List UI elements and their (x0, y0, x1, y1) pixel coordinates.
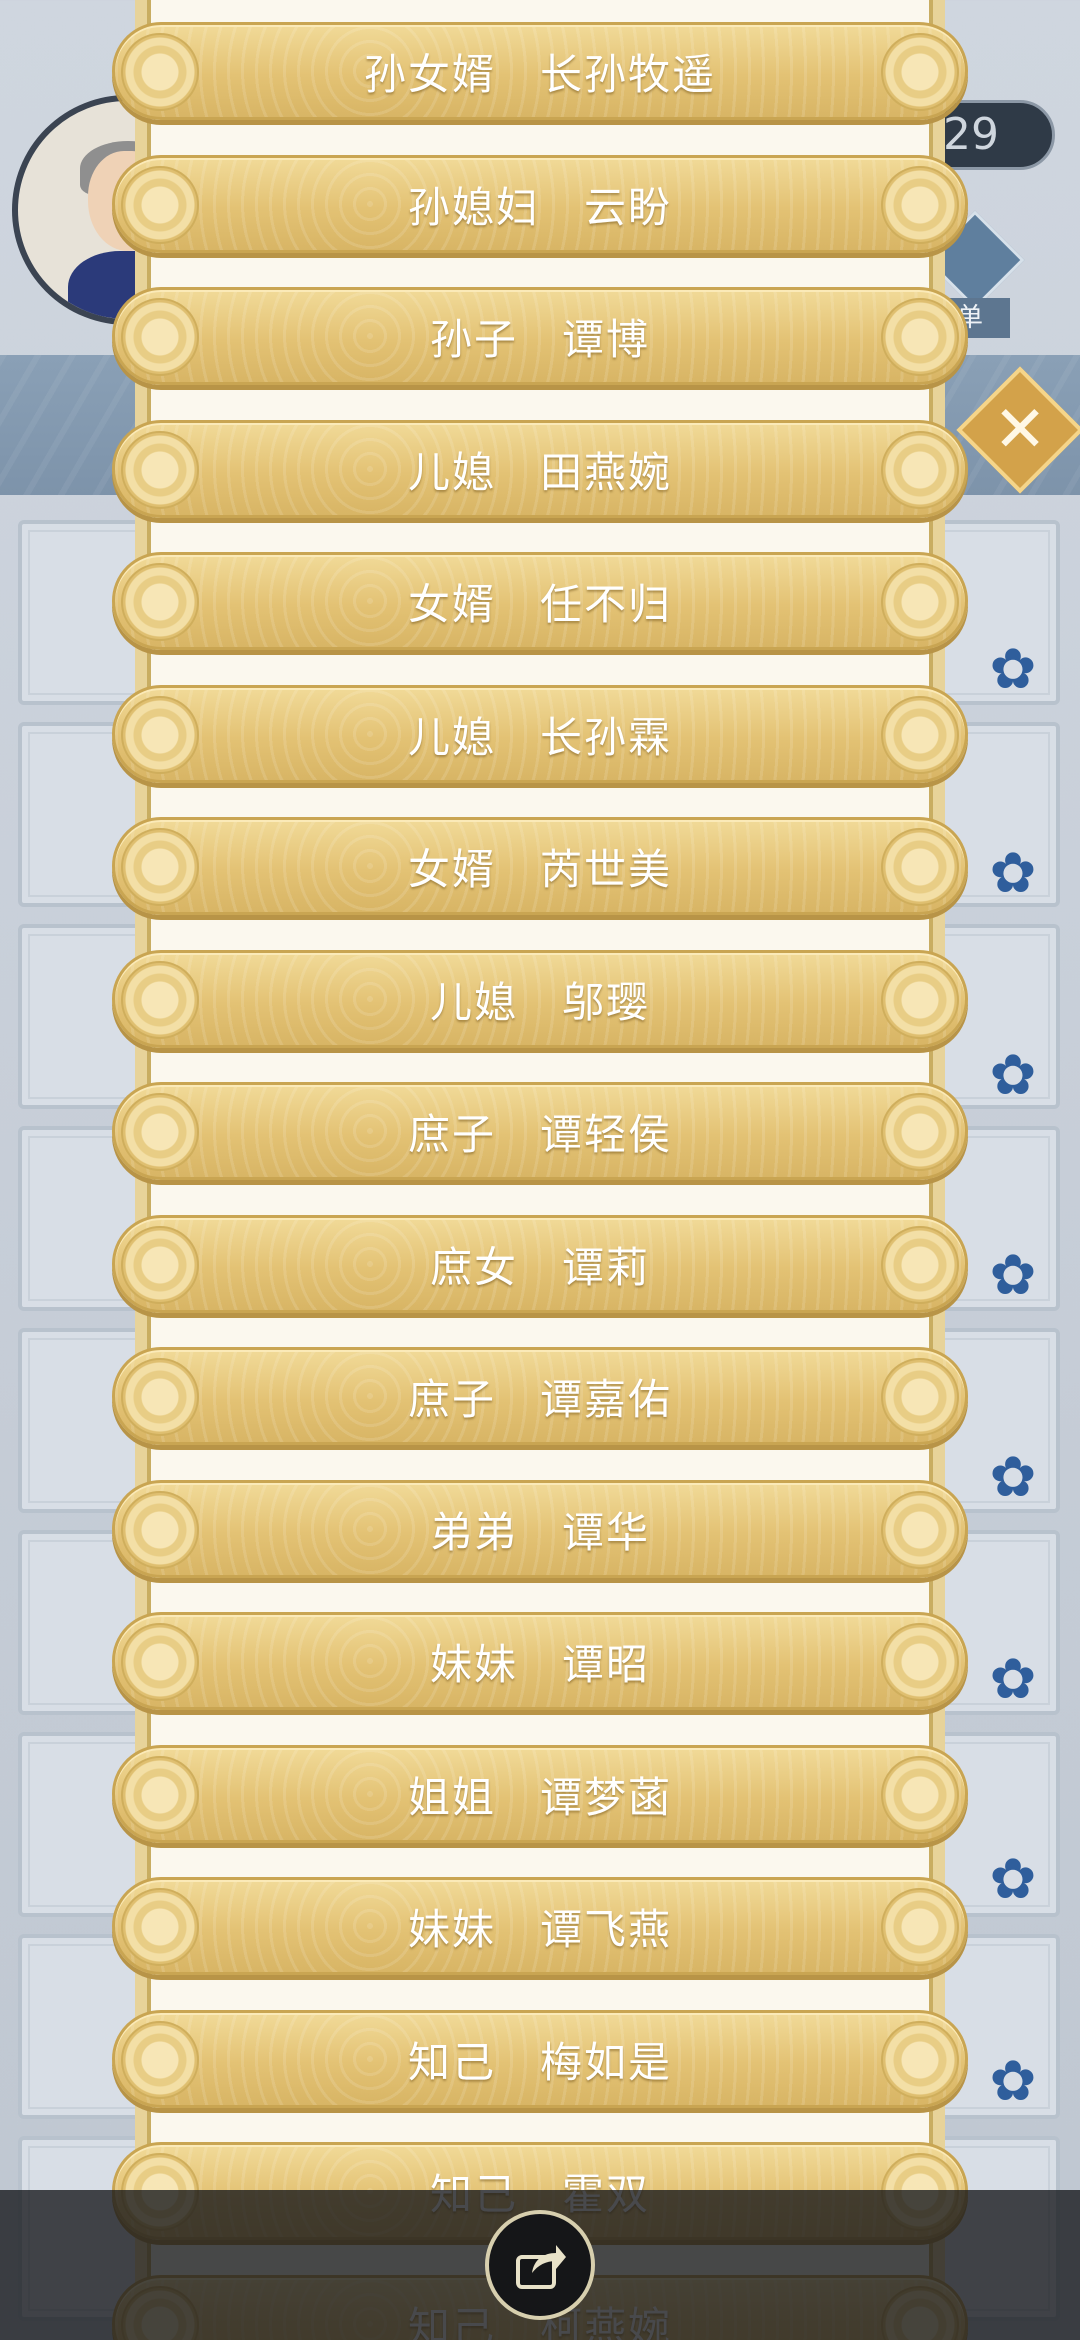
relative-name: 谭嘉佑 (540, 1374, 673, 1424)
relative-label: 姐姐 谭梦菡 (115, 1748, 965, 1840)
relative-row[interactable]: 弟弟 谭华 (112, 1480, 968, 1578)
relative-label: 庶女 谭莉 (115, 1218, 965, 1310)
relative-row[interactable]: 庶子 谭嘉佑 (112, 1347, 968, 1445)
relative-label: 女婿 任不归 (115, 555, 965, 647)
relation-text: 孙女婿 (363, 49, 496, 99)
relative-name: 芮世美 (540, 844, 673, 894)
relative-label: 孙女婿 长孙牧遥 (115, 25, 965, 117)
relation-text: 庶子 (407, 1109, 496, 1159)
relative-label: 妹妹 谭飞燕 (115, 1880, 965, 1972)
relative-label: 孙子 谭博 (115, 290, 965, 382)
relative-row[interactable]: 孙子 谭博 (112, 287, 968, 385)
plum-blossom-icon: ✿ (989, 1647, 1037, 1712)
relative-label: 弟弟 谭华 (115, 1483, 965, 1575)
plum-blossom-icon: ✿ (989, 2049, 1037, 2114)
relation-text: 知己 (407, 2037, 496, 2087)
relation-text: 儿媳 (407, 447, 496, 497)
relative-row[interactable]: 妹妹 谭飞燕 (112, 1877, 968, 1975)
relation-text: 孙媳妇 (407, 182, 540, 232)
share-button[interactable] (485, 2210, 595, 2320)
relation-text: 庶子 (407, 1374, 496, 1424)
relative-name: 谭华 (562, 1507, 651, 1557)
relative-row[interactable]: 孙媳妇 云盼 (112, 155, 968, 253)
relation-text: 妹妹 (407, 1904, 496, 1954)
relative-name: 梅如是 (540, 2037, 673, 2087)
plum-blossom-icon: ✿ (989, 1243, 1037, 1308)
relation-text: 儿媳 (407, 712, 496, 762)
relative-name: 田燕婉 (540, 447, 673, 497)
relation-text: 女婿 (407, 844, 496, 894)
relative-row[interactable]: 儿媳 邬璎 (112, 950, 968, 1048)
relative-row[interactable]: 儿媳 长孙霖 (112, 685, 968, 783)
close-icon: ✕ (993, 393, 1047, 467)
plum-blossom-icon: ✿ (989, 1445, 1037, 1510)
relative-name: 谭莉 (562, 1242, 651, 1292)
relative-label: 女婿 芮世美 (115, 820, 965, 912)
relative-label: 知己 梅如是 (115, 2013, 965, 2105)
relative-name: 云盼 (584, 182, 673, 232)
relative-label: 儿媳 田燕婉 (115, 423, 965, 515)
relation-text: 姐姐 (407, 1772, 496, 1822)
relative-name: 邬璎 (562, 977, 651, 1027)
share-icon (516, 2245, 566, 2289)
relative-name: 长孙霖 (540, 712, 673, 762)
plum-blossom-icon: ✿ (989, 637, 1037, 702)
relative-row[interactable]: 庶子 谭轻侯 (112, 1082, 968, 1180)
relation-text: 孙子 (429, 314, 518, 364)
plum-blossom-icon: ✿ (989, 841, 1037, 906)
relative-row[interactable]: 孙女婿 长孙牧遥 (112, 22, 968, 120)
relative-label: 儿媳 邬璎 (115, 953, 965, 1045)
relation-text: 弟弟 (429, 1507, 518, 1557)
relative-name: 谭博 (562, 314, 651, 364)
relation-text: 儿媳 (429, 977, 518, 1027)
relative-name: 谭轻侯 (540, 1109, 673, 1159)
relation-text: 妹妹 (429, 1639, 518, 1689)
relative-name: 谭飞燕 (540, 1904, 673, 1954)
relation-text: 庶女 (429, 1242, 518, 1292)
relative-row[interactable]: 儿媳 田燕婉 (112, 420, 968, 518)
relative-name: 任不归 (540, 579, 673, 629)
plum-blossom-icon: ✿ (989, 1043, 1037, 1108)
relative-label: 庶子 谭轻侯 (115, 1085, 965, 1177)
relative-row[interactable]: 妹妹 谭昭 (112, 1612, 968, 1710)
relative-name: 长孙牧遥 (540, 49, 717, 99)
relation-text: 女婿 (407, 579, 496, 629)
relative-name: 谭昭 (562, 1639, 651, 1689)
relative-label: 孙媳妇 云盼 (115, 158, 965, 250)
relative-row[interactable]: 知己 梅如是 (112, 2010, 968, 2108)
relative-row[interactable]: 姐姐 谭梦菡 (112, 1745, 968, 1843)
relative-row[interactable]: 庶女 谭莉 (112, 1215, 968, 1313)
plum-blossom-icon: ✿ (989, 1847, 1037, 1912)
relative-label: 妹妹 谭昭 (115, 1615, 965, 1707)
relative-label: 儿媳 长孙霖 (115, 688, 965, 780)
relative-row[interactable]: 女婿 任不归 (112, 552, 968, 650)
relative-name: 谭梦菡 (540, 1772, 673, 1822)
relative-label: 庶子 谭嘉佑 (115, 1350, 965, 1442)
relative-row[interactable]: 女婿 芮世美 (112, 817, 968, 915)
